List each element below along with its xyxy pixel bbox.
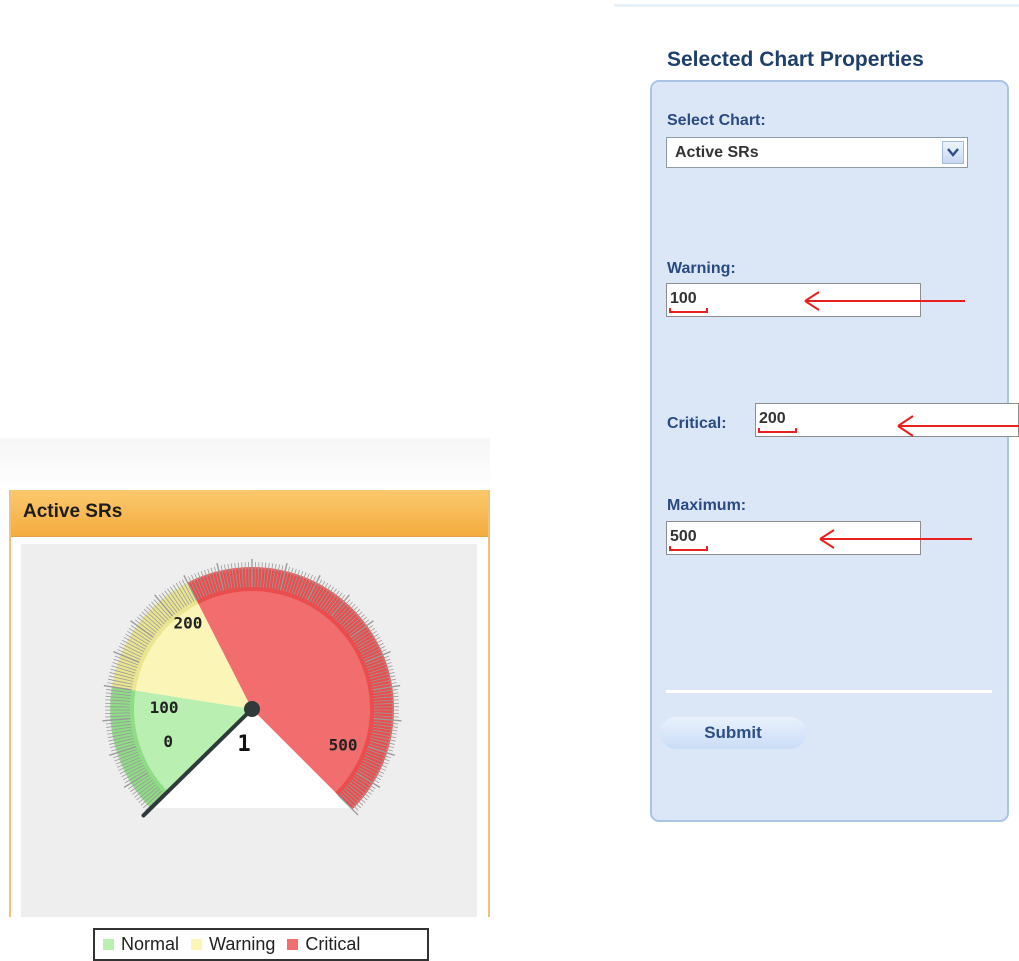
gauge-needle-hub: [244, 701, 260, 717]
red-arrow-left-icon: [803, 290, 967, 312]
spellcheck-underline: [669, 307, 709, 315]
legend-label: Critical: [305, 934, 360, 955]
spellcheck-underline: [669, 545, 709, 553]
legend-swatch-warning: [191, 939, 202, 950]
legend-item-normal: Normal: [103, 934, 179, 955]
legend-label: Warning: [209, 934, 275, 955]
legend-swatch-critical: [287, 939, 298, 950]
gauge-tick-label: 500: [329, 735, 358, 754]
maximum-input-value: 500: [670, 528, 697, 546]
gauge-tick-label: 100: [150, 698, 179, 717]
gauge-chart-area: 01002005001 Normal Warning Critical: [21, 544, 477, 917]
critical-input-value: 200: [759, 410, 786, 428]
critical-label: Critical:: [667, 415, 727, 433]
spellcheck-underline: [758, 427, 798, 435]
gauge-widget: Active SRs 01002005001 Normal Warning Cr…: [9, 490, 490, 917]
widget-title: Active SRs: [23, 501, 122, 523]
submit-button[interactable]: Submit: [660, 717, 806, 749]
warning-input-value: 100: [670, 290, 697, 308]
panel-divider: [666, 690, 992, 693]
warning-label: Warning:: [667, 260, 736, 278]
legend-item-critical: Critical: [287, 934, 360, 955]
gauge-chart: 0 100 200 500 1: [21, 544, 477, 917]
select-chart-dropdown[interactable]: Active SRs: [666, 137, 968, 168]
red-arrow-left-icon: [896, 414, 1019, 438]
red-arrow-left-icon: [818, 528, 974, 550]
maximum-label: Maximum:: [667, 497, 746, 515]
top-border-line: [614, 4, 1019, 7]
select-chart-value: Active SRs: [675, 144, 759, 162]
legend-label: Normal: [121, 934, 179, 955]
gauge-value-label: 1: [237, 732, 250, 757]
properties-panel: [650, 80, 1009, 822]
legend-swatch-normal: [103, 939, 114, 950]
panel-title: Selected Chart Properties: [667, 48, 924, 72]
select-chart-label: Select Chart:: [667, 112, 766, 130]
gauge-tick-label: 0: [163, 732, 173, 751]
legend-item-warning: Warning: [191, 934, 275, 955]
gauge-tick-label: 200: [173, 613, 202, 632]
widget-header: Active SRs: [11, 490, 488, 537]
chart-legend: Normal Warning Critical: [93, 928, 429, 961]
widget-shadow: [0, 438, 490, 494]
chevron-down-icon[interactable]: [942, 141, 964, 164]
